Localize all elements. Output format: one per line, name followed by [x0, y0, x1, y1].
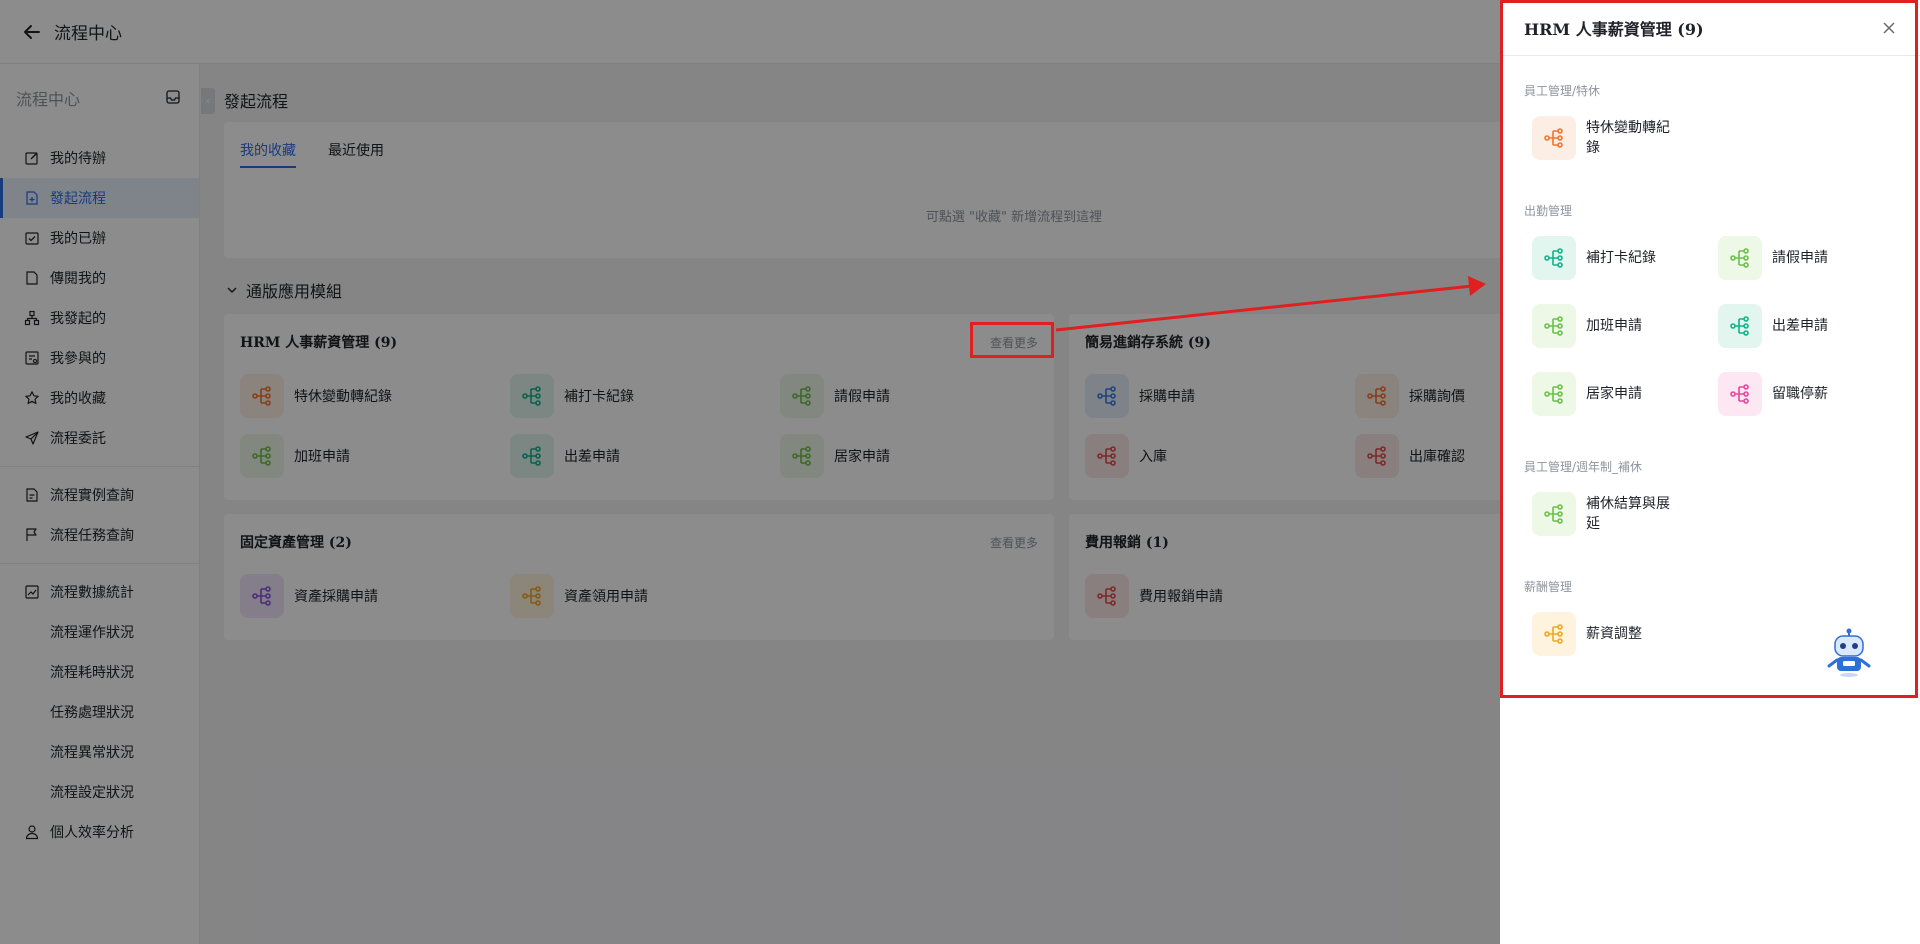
annotation-highlight-drawer — [1500, 0, 1918, 698]
annotation-arrow-icon — [1055, 276, 1486, 332]
annotation-highlight-view-more — [970, 322, 1054, 358]
